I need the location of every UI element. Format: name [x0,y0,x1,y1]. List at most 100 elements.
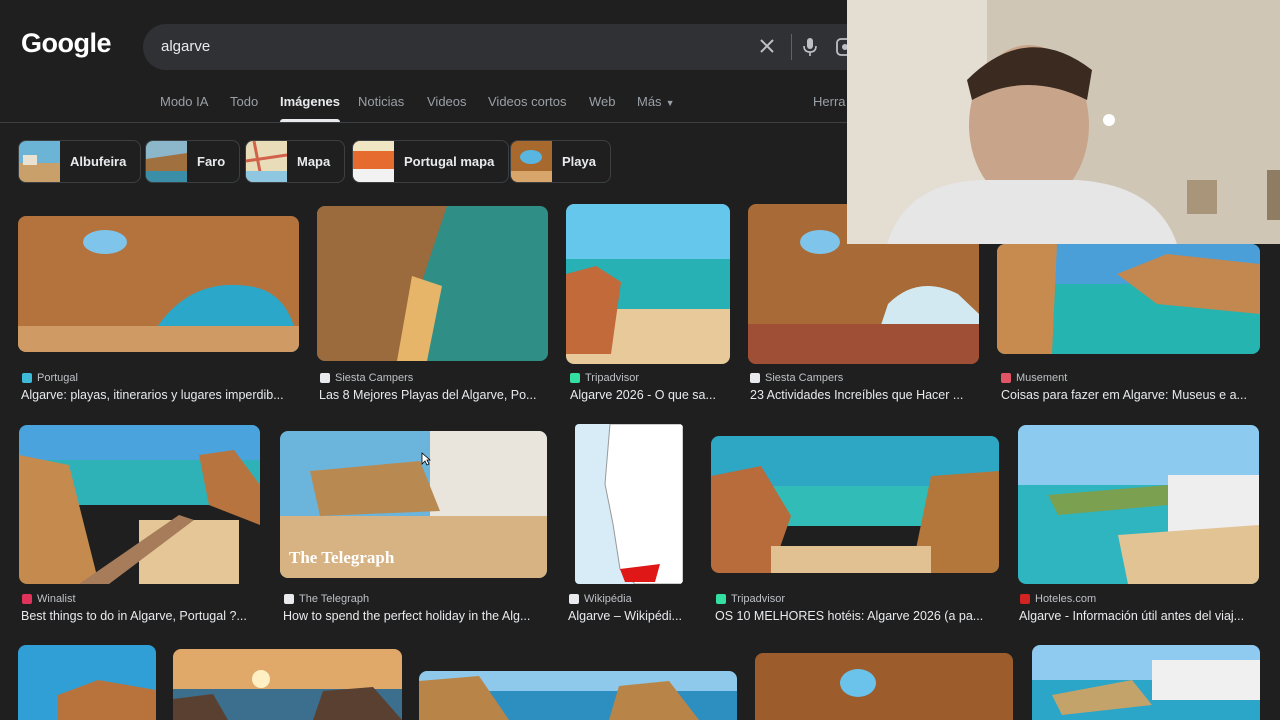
portugal-map-image [575,424,683,584]
result-image[interactable] [18,216,299,352]
chip-thumbnail [511,141,552,182]
result-source[interactable]: The Telegraph [284,593,369,605]
chip-portugal-mapa[interactable]: Portugal mapa [352,140,510,183]
cove-aerial-image [317,206,548,361]
clear-icon[interactable] [759,38,775,54]
result-image[interactable] [1018,425,1259,584]
source-name: Winalist [37,593,76,605]
result-caption[interactable]: OS 10 MELHORES hotéis: Algarve 2026 (a p… [715,609,998,623]
result-source[interactable]: Tripadvisor [716,593,785,605]
search-bar[interactable]: algarve [143,24,903,70]
result-source[interactable]: Siesta Campers [750,372,843,384]
result-image[interactable] [19,425,260,584]
result-image[interactable] [173,649,402,720]
result-caption[interactable]: Algarve – Wikipédi... [568,609,690,623]
tab-todo[interactable]: Todo [230,94,258,109]
result-source[interactable]: Portugal [22,372,78,384]
source-name: Tripadvisor [585,372,639,384]
result-caption[interactable]: 23 Actividades Increíbles que Hacer ... [750,388,980,402]
source-name: Musement [1016,372,1068,384]
search-input[interactable]: algarve [161,38,210,55]
favicon-icon [750,373,760,383]
result-caption[interactable]: How to spend the perfect holiday in the … [283,609,547,623]
result-source[interactable]: Wikipédia [569,593,632,605]
telegraph-watermark: The Telegraph [289,548,395,567]
beach-rocks-image [566,204,730,364]
carvoeiro-image [1018,425,1259,584]
cliffs-sea-image [997,244,1260,354]
result-image[interactable] [711,436,999,573]
webcam-overlay [847,0,1280,244]
result-caption[interactable]: Best things to do in Algarve, Portugal ?… [21,609,261,623]
tab-videos-cortos[interactable]: Videos cortos [488,94,567,109]
chip-albufeira[interactable]: Albufeira [18,140,142,183]
result-image[interactable]: The Telegraph [280,431,547,578]
result-image[interactable] [755,653,1013,720]
chip-thumbnail [246,141,287,182]
chip-thumbnail [353,141,394,182]
result-caption[interactable]: Algarve: playas, itinerarios y lugares i… [21,388,301,402]
result-image[interactable] [317,206,548,361]
chip-label: Portugal mapa [404,154,495,169]
coast-image [18,645,156,720]
benagil-cave-image [755,653,1013,720]
source-name: Siesta Campers [765,372,844,384]
result-image[interactable] [419,671,737,720]
favicon-icon [1001,373,1011,383]
webcam-video [847,0,1280,244]
tab-imagenes[interactable]: Imágenes [280,94,340,122]
coastal-town-image [1032,645,1260,720]
chip-thumbnail [146,141,187,182]
result-caption[interactable]: Coisas para fazer em Algarve: Museus e a… [1001,388,1260,402]
favicon-icon [570,373,580,383]
chip-label: Mapa [297,154,331,169]
source-name: Hoteles.com [1035,593,1097,605]
result-source[interactable]: Musement [1001,372,1067,384]
chip-label: Faro [197,154,226,169]
result-image[interactable] [997,244,1260,354]
google-logo[interactable]: Google [21,28,112,59]
tab-web[interactable]: Web [589,94,616,109]
ponta-piedade-image [419,671,737,720]
tabs-divider [0,122,847,123]
favicon-icon [320,373,330,383]
search-separator [791,34,792,60]
chip-label: Playa [562,154,596,169]
sunset-image [173,649,402,720]
result-source[interactable]: Hoteles.com [1020,593,1096,605]
source-name: Portugal [37,372,78,384]
favicon-icon [1020,594,1030,604]
chip-faro[interactable]: Faro [145,140,241,183]
result-image[interactable] [566,204,730,364]
result-source[interactable]: Winalist [22,593,76,605]
favicon-icon [22,373,32,383]
tab-herramientas[interactable]: Herra [813,94,846,109]
tab-mas[interactable]: Más ▼ [637,94,674,109]
result-caption[interactable]: Algarve 2026 - O que sa... [570,388,730,402]
chip-thumbnail [19,141,60,182]
boardwalk-beach-image [19,425,260,584]
favicon-icon [284,594,294,604]
chip-mapa[interactable]: Mapa [245,140,346,183]
source-name: Wikipédia [584,593,632,605]
chip-label: Albufeira [70,154,127,169]
result-source[interactable]: Siesta Campers [320,372,413,384]
result-caption[interactable]: Algarve - Información útil antes del via… [1019,609,1259,623]
source-name: The Telegraph [299,593,370,605]
cursor-icon [421,452,431,466]
source-name: Siesta Campers [335,372,414,384]
result-caption[interactable]: Las 8 Mejores Playas del Algarve, Po... [319,388,549,402]
chip-playa[interactable]: Playa [510,140,611,183]
microphone-icon[interactable] [803,37,817,57]
result-image[interactable] [575,424,683,584]
result-source[interactable]: Tripadvisor [570,372,639,384]
favicon-icon [716,594,726,604]
result-image[interactable] [1032,645,1260,720]
tab-modo-ia[interactable]: Modo IA [160,94,208,109]
result-image[interactable] [18,645,156,720]
rocky-coast-image [711,436,999,573]
favicon-icon [22,594,32,604]
tab-noticias[interactable]: Noticias [358,94,404,109]
cave-image [18,216,299,352]
tab-videos[interactable]: Videos [427,94,467,109]
